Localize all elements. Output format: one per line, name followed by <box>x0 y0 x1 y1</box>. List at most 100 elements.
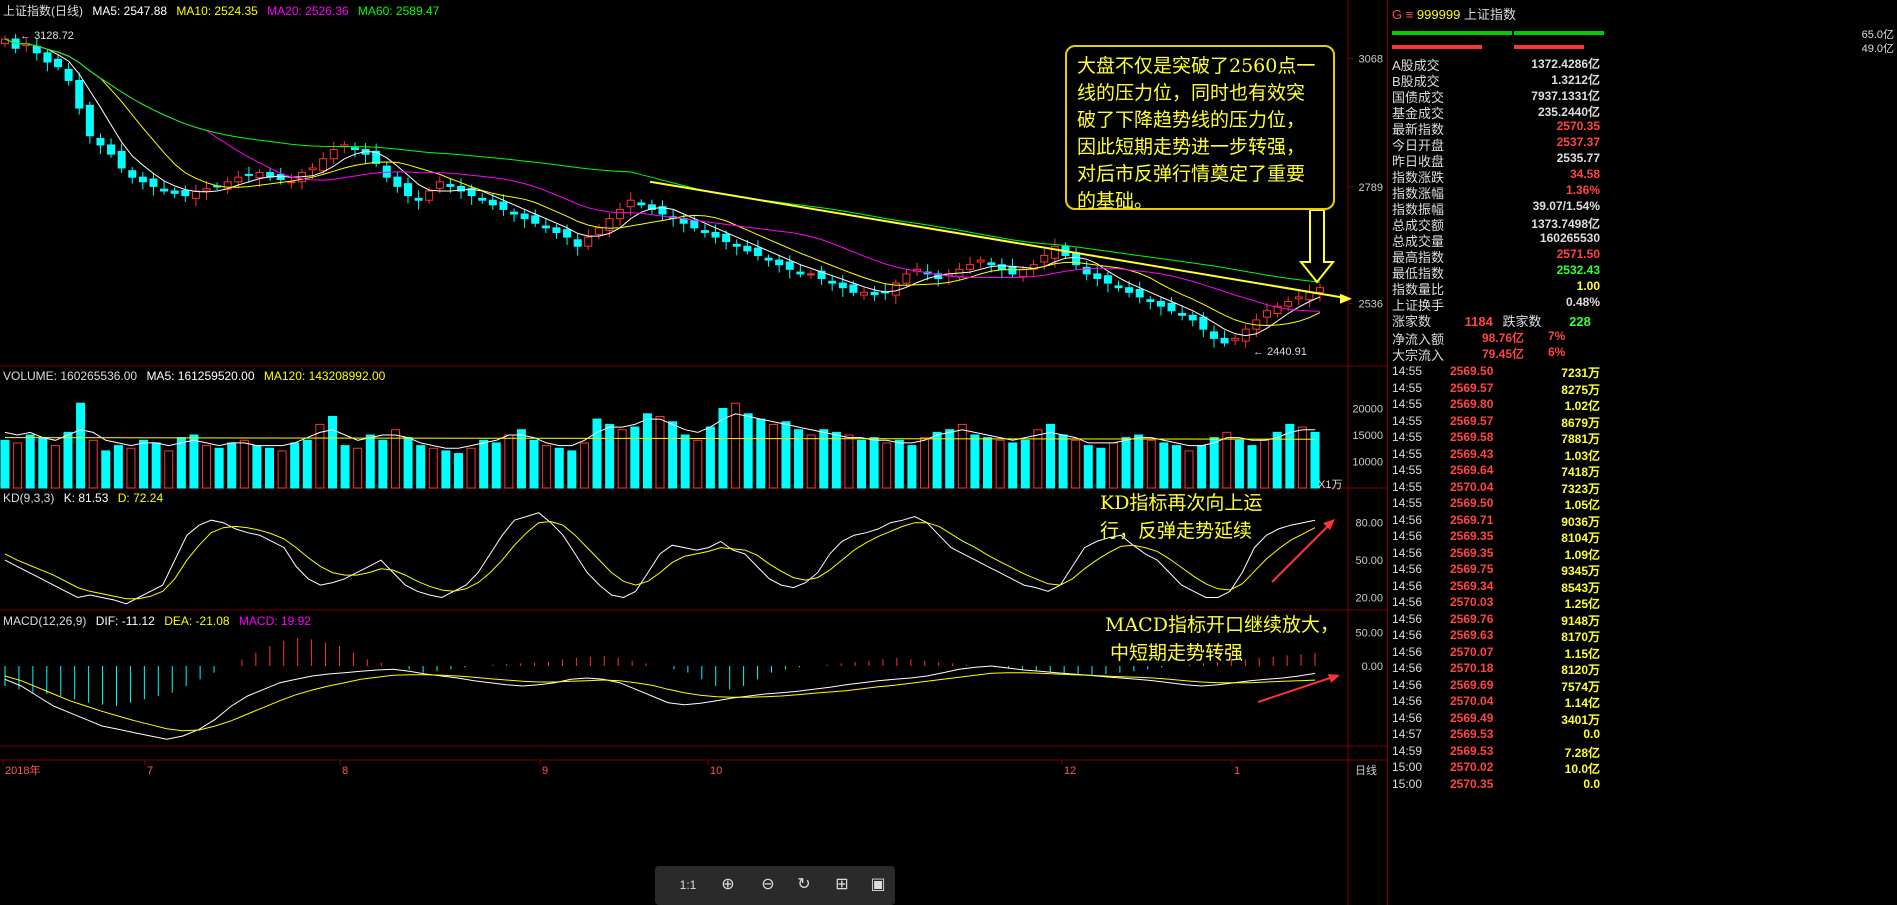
tick-time: 14:59 <box>1392 743 1423 758</box>
candle-body <box>1220 337 1229 344</box>
volume-bar <box>76 402 86 489</box>
volume-bar <box>202 445 212 489</box>
volume-bar <box>113 445 123 489</box>
candle-body <box>541 225 550 229</box>
volume-bar <box>1020 439 1030 489</box>
zoom-out-icon[interactable]: ⊖ <box>757 874 779 896</box>
volume-bar <box>806 434 816 489</box>
candle-body <box>711 231 720 238</box>
tick-price: 2569.76 <box>1450 611 1494 626</box>
candle-body <box>700 230 709 233</box>
x-tick-label: 7 <box>147 765 153 777</box>
candle-body <box>1305 291 1314 301</box>
chart-type-icon[interactable]: ⊞ <box>831 874 853 896</box>
candle-body <box>1199 316 1208 330</box>
volume-bar <box>176 437 186 489</box>
volume-bar <box>579 442 589 489</box>
tick-price: 2570.02 <box>1450 760 1494 774</box>
tick-amount: 8679万 <box>1561 415 1600 430</box>
candle-body <box>319 158 328 172</box>
macd-header: MACD(12,26,9) DIF: -11.12 DEA: -21.08 MA… <box>3 614 317 628</box>
tick-time: 14:56 <box>1392 611 1423 626</box>
volume-bar <box>630 426 640 489</box>
candle-body <box>128 170 137 178</box>
candle-body <box>43 52 52 63</box>
kd-tick-label: 50.00 <box>1355 555 1383 567</box>
price-header: 上证指数(日线) MA5: 2547.88 MA10: 2524.35 MA20… <box>3 2 445 19</box>
tick-time: 14:55 <box>1392 380 1423 395</box>
tick-row: 14:56 2570.03 1.25亿 <box>1392 595 1600 611</box>
tick-amount: 1.05亿 <box>1564 498 1600 512</box>
refresh-icon[interactable]: ↻ <box>793 874 815 896</box>
tick-amount: 1.15亿 <box>1564 646 1600 661</box>
trend-arrow-head <box>1340 293 1352 304</box>
tick-row: 14:55 2569.80 1.02亿 <box>1392 397 1600 413</box>
candle-body <box>785 261 794 270</box>
stat-value: 235.2440亿 <box>1537 105 1600 119</box>
volume-bar <box>504 434 514 489</box>
big-value: 79.45亿 <box>1482 347 1525 361</box>
stat-value: 2537.37 <box>1556 135 1600 149</box>
down-count: 228 <box>1569 314 1591 329</box>
tick-amount: 0.0 <box>1583 776 1600 791</box>
volume-bar <box>164 450 174 489</box>
volume-bar <box>1222 431 1232 489</box>
x-tick-label: 8 <box>342 765 348 777</box>
candle-body <box>202 188 211 192</box>
candle-body <box>478 197 487 201</box>
macd-label: MACD(12,26,9) <box>3 614 87 628</box>
volume-bar <box>995 439 1005 489</box>
volume-bar <box>1071 439 1081 489</box>
volume-bar <box>731 402 741 489</box>
volume-bar <box>328 415 337 489</box>
tick-price: 2569.43 <box>1450 446 1494 461</box>
volume-bar <box>1121 437 1131 489</box>
volume-bar <box>642 413 652 489</box>
volume-bar <box>340 445 350 489</box>
ratio-button[interactable]: 1:1 <box>677 874 699 896</box>
price-tick-label: 2536 <box>1359 298 1383 310</box>
volume-bar <box>479 439 489 489</box>
volume-bar <box>189 434 199 489</box>
macd-red-arrow <box>1257 675 1337 703</box>
candle-body <box>414 197 423 201</box>
tick-row: 14:57 2569.53 0.0 <box>1392 727 1600 741</box>
zoom-in-icon[interactable]: ⊕ <box>717 874 739 896</box>
save-icon[interactable]: ▣ <box>867 874 889 896</box>
volume-bar <box>554 447 564 489</box>
volume-bar <box>1083 445 1093 489</box>
volume-bar <box>1159 442 1169 489</box>
tick-row: 14:56 2569.34 8543万 <box>1392 579 1600 595</box>
vol-ma120-label: MA120: 143208992.00 <box>263 369 386 383</box>
candle-body <box>149 178 158 187</box>
tick-price: 2569.35 <box>1450 545 1494 560</box>
tick-amount: 1.14亿 <box>1564 696 1600 710</box>
volume-bar <box>290 442 300 489</box>
volume-bar <box>50 445 60 489</box>
candle-body <box>838 282 847 289</box>
tick-row: 14:55 2569.58 7881万 <box>1392 430 1600 446</box>
stat-value: 2570.35 <box>1556 119 1600 133</box>
tick-price: 2569.75 <box>1450 562 1494 576</box>
tick-row: 14:56 2569.35 8104万 <box>1392 529 1600 545</box>
candle-body <box>531 215 540 224</box>
volume-bar <box>655 415 665 489</box>
candle-body <box>54 58 63 68</box>
tick-time: 14:57 <box>1392 727 1423 741</box>
volume-bar <box>1096 447 1106 489</box>
tick-row: 14:55 2570.04 7323万 <box>1392 480 1600 496</box>
volume-bar <box>1247 445 1257 489</box>
tick-price: 2569.80 <box>1450 397 1494 411</box>
tick-amount: 3401万 <box>1561 712 1600 727</box>
tick-amount: 7418万 <box>1561 465 1600 479</box>
annotation-text: 大盘不仅是突破了2560点一线的压力位，同时也有效突破了下降趋势线的压力位，因此… <box>1077 55 1316 212</box>
volume-bar <box>227 442 237 489</box>
candle-body <box>605 218 614 232</box>
candle-body <box>626 199 635 208</box>
vol-ma5-label: MA5: 161259520.00 <box>146 369 255 383</box>
price-tick-label: 2789 <box>1359 182 1383 194</box>
tick-row: 14:55 2569.57 8679万 <box>1392 414 1600 430</box>
tick-row: 14:56 2569.63 8170万 <box>1392 628 1600 644</box>
tick-price: 2569.58 <box>1450 430 1494 444</box>
stat-value: 1.36% <box>1565 183 1600 197</box>
